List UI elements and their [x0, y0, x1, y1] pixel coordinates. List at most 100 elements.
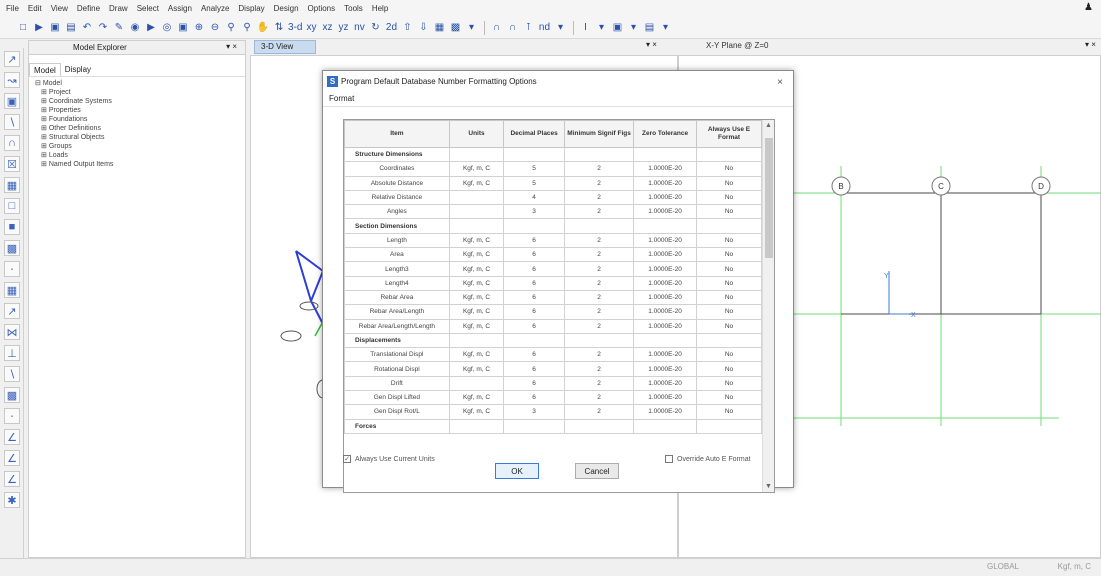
menu-tools[interactable]: Tools	[344, 4, 363, 13]
draw-frame-icon[interactable]: ∩	[4, 135, 20, 151]
menu-display[interactable]: Display	[238, 4, 264, 13]
signif-figs-cell[interactable]: 2	[563, 232, 635, 249]
save-icon[interactable]: ▣	[48, 20, 62, 36]
zero-tolerance-cell[interactable]: 1.0000E-20	[633, 204, 697, 220]
zero-tolerance-cell[interactable]: 1.0000E-20	[633, 375, 697, 392]
reshape-icon[interactable]: ↝	[4, 72, 20, 88]
draw-slab-icon[interactable]: ■	[4, 219, 20, 235]
signif-figs-cell[interactable]: 2	[563, 189, 635, 206]
decimal-places-cell[interactable]: 6	[503, 318, 565, 334]
pan-icon[interactable]: ✋	[256, 20, 270, 36]
decimal-places-cell[interactable]: 3	[503, 204, 565, 220]
decimal-places-cell[interactable]: 5	[503, 161, 565, 177]
e-format-cell[interactable]: No	[696, 247, 762, 263]
always-current-units-checkbox[interactable]: ✓ Always Use Current Units	[343, 455, 435, 463]
signif-figs-cell[interactable]: 2	[563, 318, 635, 334]
zero-tolerance-cell[interactable]: 1.0000E-20	[633, 261, 697, 277]
signif-figs-cell[interactable]: 2	[563, 289, 635, 306]
zoom-prev-icon[interactable]: ⚲	[240, 20, 254, 36]
move-up-icon[interactable]: ⇧	[400, 20, 414, 36]
cancel-button[interactable]: Cancel	[575, 463, 619, 479]
scroll-up-icon[interactable]: ▲	[765, 122, 772, 129]
tab-3d-view[interactable]: 3-D View	[254, 40, 316, 54]
grid-icon[interactable]: ▦	[432, 20, 446, 36]
pencil-icon[interactable]: ✎	[112, 20, 126, 36]
decimal-places-cell[interactable]: 3	[503, 404, 565, 420]
zero-tolerance-cell[interactable]: 1.0000E-20	[633, 390, 697, 406]
target-icon[interactable]: ◎	[160, 20, 174, 36]
menu-view[interactable]: View	[51, 4, 68, 13]
intersection-icon[interactable]: ⋈	[4, 324, 20, 340]
view-xz-button[interactable]: xz	[320, 20, 334, 36]
decimal-places-cell[interactable]: 6	[503, 289, 565, 306]
slope-3-icon[interactable]: ∠	[4, 471, 20, 487]
slope-2-icon[interactable]: ∠	[4, 450, 20, 466]
signif-figs-cell[interactable]: 2	[563, 390, 635, 406]
frame-2-icon[interactable]: ∩	[505, 20, 519, 36]
menu-select[interactable]: Select	[137, 4, 159, 13]
zero-tolerance-cell[interactable]: 1.0000E-20	[633, 404, 697, 420]
grid-scrollbar[interactable]: ▲ ▼	[762, 120, 774, 492]
wall-icon[interactable]: ▤	[642, 20, 656, 36]
decimal-places-cell[interactable]: 5	[503, 175, 565, 191]
text-cursor-icon[interactable]: I	[578, 20, 592, 36]
tree-node-groups[interactable]: ⊞ Groups	[35, 142, 239, 151]
dropdown-icon[interactable]: ▾	[626, 20, 640, 36]
redo-icon[interactable]: ↷	[96, 20, 110, 36]
dropdown-icon[interactable]: ▾	[594, 20, 608, 36]
dialog-menu-format[interactable]: Format	[323, 91, 793, 107]
signif-figs-cell[interactable]: 2	[563, 375, 635, 392]
signif-figs-cell[interactable]: 2	[563, 275, 635, 291]
menu-design[interactable]: Design	[274, 4, 299, 13]
draw-wall-icon[interactable]: ▩	[4, 240, 20, 256]
view-2d-button[interactable]: 2d	[384, 20, 398, 36]
menu-draw[interactable]: Draw	[109, 4, 128, 13]
view-nv-button[interactable]: nv	[352, 20, 366, 36]
zoom-fit-icon[interactable]: ⚲	[224, 20, 238, 36]
menu-define[interactable]: Define	[77, 4, 100, 13]
menu-help[interactable]: Help	[372, 4, 388, 13]
pointer-icon[interactable]: ↗	[4, 51, 20, 67]
menu-edit[interactable]: Edit	[28, 4, 42, 13]
signif-figs-cell[interactable]: 2	[563, 347, 635, 363]
signif-figs-cell[interactable]: 2	[563, 161, 635, 177]
dropdown-icon[interactable]: ▾	[553, 20, 567, 36]
tab-model[interactable]: Model	[29, 63, 61, 76]
signif-figs-cell[interactable]: 2	[563, 247, 635, 263]
move-down-icon[interactable]: ⇩	[416, 20, 430, 36]
undo-icon[interactable]: ↶	[80, 20, 94, 36]
view-3d-button[interactable]: 3-d	[288, 20, 302, 36]
tree-node-named-output-items[interactable]: ⊞ Named Output Items	[35, 160, 239, 169]
override-e-format-checkbox[interactable]: Override Auto E Format	[665, 455, 751, 463]
elevation-icon[interactable]: ⇅	[272, 20, 286, 36]
brace-icon[interactable]: ⊺	[521, 20, 535, 36]
decimal-places-cell[interactable]: 6	[503, 232, 565, 249]
nd-button[interactable]: nd	[537, 20, 551, 36]
tree-node-coordinate-systems[interactable]: ⊞ Coordinate Systems	[35, 97, 239, 106]
view-yz-button[interactable]: yz	[336, 20, 350, 36]
e-format-cell[interactable]: No	[696, 375, 762, 392]
zero-tolerance-cell[interactable]: 1.0000E-20	[633, 161, 697, 177]
e-format-cell[interactable]: No	[696, 361, 762, 377]
zero-tolerance-cell[interactable]: 1.0000E-20	[633, 347, 697, 363]
tree-node-project[interactable]: ⊞ Project	[35, 88, 239, 97]
zero-tolerance-cell[interactable]: 1.0000E-20	[633, 275, 697, 291]
signif-figs-cell[interactable]: 2	[563, 404, 635, 420]
e-format-cell[interactable]: No	[696, 404, 762, 420]
tree-node-model[interactable]: ⊟ Model	[35, 79, 239, 88]
dialog-close-icon[interactable]: ×	[777, 77, 783, 88]
zero-tolerance-cell[interactable]: 1.0000E-20	[633, 189, 697, 206]
joint-icon[interactable]: ▣	[4, 93, 20, 109]
e-format-cell[interactable]: No	[696, 304, 762, 320]
extension-icon[interactable]: ∖	[4, 366, 20, 382]
dropdown-icon[interactable]: ▾	[464, 20, 478, 36]
zero-tolerance-cell[interactable]: 1.0000E-20	[633, 175, 697, 191]
decimal-places-cell[interactable]: 6	[503, 261, 565, 277]
zoom-in-icon[interactable]: ⊕	[192, 20, 206, 36]
perpendicular-icon[interactable]: ⊥	[4, 345, 20, 361]
rotate-icon[interactable]: ↻	[368, 20, 382, 36]
dot-icon[interactable]: ⋅	[4, 408, 20, 424]
scroll-thumb[interactable]	[765, 138, 773, 258]
decimal-places-cell[interactable]: 6	[503, 275, 565, 291]
status-units[interactable]: Kgf, m, C	[1058, 562, 1091, 571]
